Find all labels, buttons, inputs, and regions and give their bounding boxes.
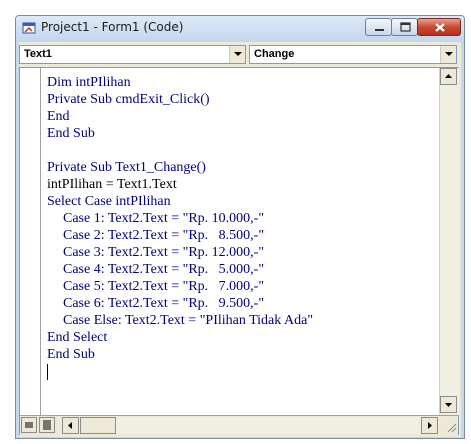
title-bar[interactable]: Project1 - Form1 (Code) bbox=[16, 16, 464, 42]
scroll-thumb[interactable] bbox=[80, 417, 116, 434]
code-line[interactable]: intPIlihan = Text1.Text bbox=[47, 176, 427, 193]
margin-indicator-bar[interactable] bbox=[20, 68, 41, 415]
full-module-view-button[interactable] bbox=[39, 417, 55, 433]
horizontal-scrollbar[interactable] bbox=[62, 417, 438, 434]
vb-form-icon bbox=[22, 22, 36, 34]
chevron-up-icon bbox=[445, 74, 452, 78]
code-window-body: Text1 Change Dim intPIlihan Private Sub … bbox=[19, 42, 461, 437]
maximize-button[interactable] bbox=[391, 18, 418, 36]
text-cursor bbox=[47, 364, 48, 380]
procedure-combo-value: Change bbox=[254, 48, 295, 60]
code-line[interactable]: End Select bbox=[47, 329, 427, 346]
chevron-right-icon bbox=[428, 422, 432, 429]
scroll-left-button[interactable] bbox=[62, 417, 79, 434]
resize-grip-icon[interactable] bbox=[442, 418, 458, 434]
vertical-scrollbar[interactable] bbox=[439, 68, 459, 415]
code-line[interactable]: End bbox=[47, 108, 427, 125]
object-combo-dropdown-button[interactable] bbox=[229, 46, 245, 63]
procedure-view-icon bbox=[25, 422, 33, 428]
code-line[interactable]: Dim intPIlihan bbox=[47, 74, 427, 91]
code-line[interactable]: Case 5: Text2.Text = "Rp. 7.000,-" bbox=[63, 278, 443, 295]
code-line[interactable]: End Sub bbox=[47, 346, 427, 363]
code-line[interactable]: Case 1: Text2.Text = "Rp. 10.000,-" bbox=[63, 210, 443, 227]
procedure-view-button[interactable] bbox=[21, 417, 37, 433]
window-title: Project1 - Form1 (Code) bbox=[41, 20, 184, 34]
code-line[interactable]: Case 3: Text2.Text = "Rp. 12.000,-" bbox=[63, 244, 443, 261]
close-button[interactable] bbox=[417, 18, 461, 36]
scroll-down-button[interactable] bbox=[440, 396, 457, 413]
code-line[interactable] bbox=[47, 142, 427, 159]
minimize-icon bbox=[375, 29, 384, 31]
code-line[interactable]: Case 6: Text2.Text = "Rp. 9.500,-" bbox=[63, 295, 443, 312]
full-module-view-icon bbox=[43, 420, 51, 430]
close-icon bbox=[435, 23, 445, 32]
scroll-right-button[interactable] bbox=[421, 417, 438, 434]
code-line[interactable]: Case 4: Text2.Text = "Rp. 5.000,-" bbox=[63, 261, 443, 278]
chevron-left-icon bbox=[68, 422, 72, 429]
code-line[interactable]: End Sub bbox=[47, 125, 427, 142]
chevron-down-icon bbox=[445, 52, 453, 56]
scroll-up-button[interactable] bbox=[440, 68, 457, 85]
code-line[interactable]: Private Sub cmdExit_Click() bbox=[47, 91, 427, 108]
object-combo-value: Text1 bbox=[24, 48, 52, 60]
code-line[interactable]: Case Else: Text2.Text = "PIlihan Tidak A… bbox=[63, 312, 443, 329]
procedure-combo-dropdown-button[interactable] bbox=[440, 46, 456, 63]
code-editor[interactable]: Dim intPIlihan Private Sub cmdExit_Click… bbox=[19, 67, 459, 435]
code-window: Project1 - Form1 (Code) Text1 Change Dim… bbox=[15, 15, 465, 439]
code-line[interactable]: Select Case intPIlihan bbox=[47, 193, 427, 210]
code-line[interactable]: Case 2: Text2.Text = "Rp. 8.500,-" bbox=[63, 227, 443, 244]
code-line[interactable]: Private Sub Text1_Change() bbox=[47, 159, 427, 176]
bottom-bar bbox=[20, 415, 458, 435]
minimize-button[interactable] bbox=[365, 18, 392, 36]
maximize-icon bbox=[400, 22, 411, 32]
chevron-down-icon bbox=[445, 403, 452, 407]
procedure-combo[interactable]: Change bbox=[249, 45, 457, 64]
chevron-down-icon bbox=[234, 52, 242, 56]
object-combo[interactable]: Text1 bbox=[19, 45, 246, 64]
